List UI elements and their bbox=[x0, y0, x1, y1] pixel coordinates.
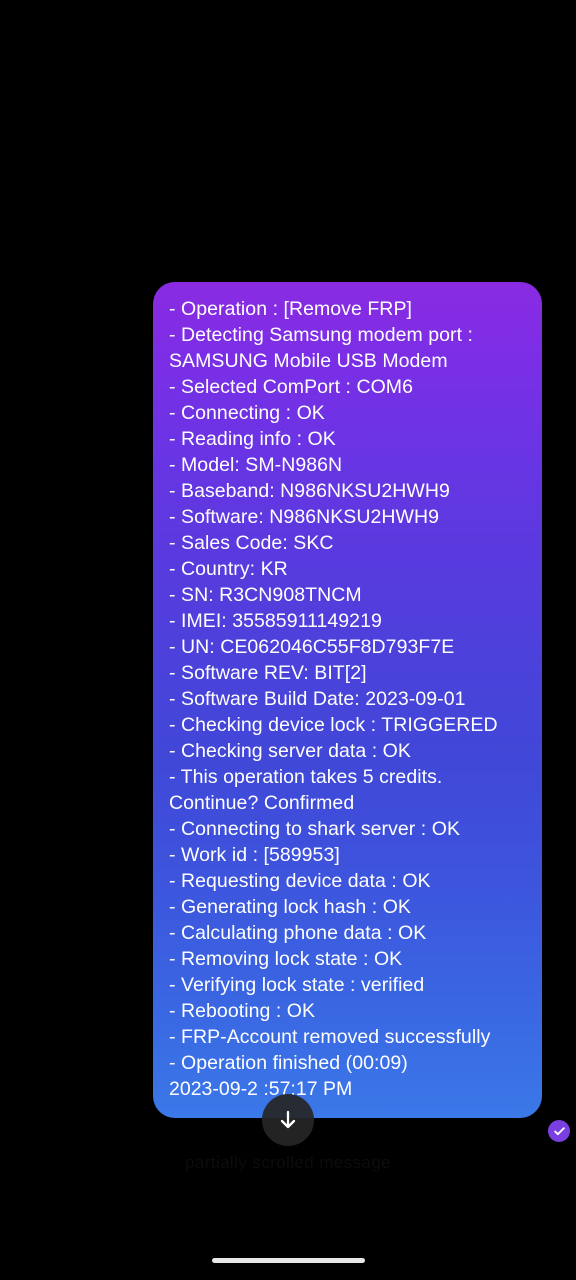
log-line: - Connecting : OK bbox=[169, 402, 325, 424]
scroll-to-bottom-button[interactable] bbox=[262, 1094, 314, 1146]
log-line: - Baseband: N986NKSU2HWH9 bbox=[169, 480, 450, 502]
message-bubble[interactable]: - Operation : [Remove FRP] - Detecting Sa… bbox=[153, 282, 542, 1118]
log-line: - Detecting Samsung modem port : SAMSUNG… bbox=[169, 324, 479, 372]
log-line: - Operation : [Remove FRP] bbox=[169, 298, 412, 320]
log-line: - Software: N986NKSU2HWH9 bbox=[169, 506, 440, 528]
log-line: - Work id : [589953] bbox=[169, 844, 340, 866]
log-line: - Connecting to shark server : OK bbox=[169, 818, 461, 840]
log-line: - Removing lock state : OK bbox=[169, 948, 403, 970]
log-line: - Calculating phone data : OK bbox=[169, 922, 427, 944]
arrow-down-icon bbox=[280, 1110, 296, 1129]
message-timestamp: 2023-09-2 :57:17 PM bbox=[169, 1078, 353, 1100]
log-line: - UN: CE062046C55F8D793F7E bbox=[169, 636, 455, 658]
chat-scroll-area[interactable]: - Operation : [Remove FRP] - Detecting Sa… bbox=[0, 0, 576, 1240]
log-line: - Requesting device data : OK bbox=[169, 870, 431, 892]
log-line: - Model: SM-N986N bbox=[169, 454, 343, 476]
operation-log: - Operation : [Remove FRP] - Detecting Sa… bbox=[169, 296, 526, 1076]
navigation-bar bbox=[0, 1240, 576, 1280]
home-gesture-pill[interactable] bbox=[211, 1257, 365, 1263]
log-line: - Reading info : OK bbox=[169, 428, 336, 450]
check-icon bbox=[553, 1126, 565, 1135]
log-line: - Country: KR bbox=[169, 558, 288, 580]
log-line: - This operation takes 5 credits. Contin… bbox=[169, 766, 448, 814]
log-line: - Selected ComPort : COM6 bbox=[169, 376, 413, 398]
log-line: - Operation finished (00:09) bbox=[169, 1052, 408, 1074]
message-row: - Operation : [Remove FRP] - Detecting Sa… bbox=[153, 282, 542, 1118]
faint-preview-row: partially scrolled message bbox=[0, 1152, 576, 1174]
log-line: - Checking server data : OK bbox=[169, 740, 411, 762]
log-line: - Generating lock hash : OK bbox=[169, 896, 411, 918]
log-line: - SN: R3CN908TNCM bbox=[169, 584, 362, 606]
log-line: - Software REV: BIT[2] bbox=[169, 662, 367, 684]
log-line: - Rebooting : OK bbox=[169, 1000, 316, 1022]
log-line: - Verifying lock state : verified bbox=[169, 974, 425, 996]
log-line: - Checking device lock : TRIGGERED bbox=[169, 714, 498, 736]
phone-screen: - Operation : [Remove FRP] - Detecting Sa… bbox=[0, 0, 576, 1280]
faint-preview-text: partially scrolled message bbox=[185, 1153, 391, 1172]
log-line: - Sales Code: SKC bbox=[169, 532, 334, 554]
status-badge bbox=[548, 1120, 570, 1142]
log-line: - IMEI: 35585911149219 bbox=[169, 610, 382, 632]
log-line: - FRP-Account removed successfully bbox=[169, 1026, 491, 1048]
log-line: - Software Build Date: 2023-09-01 bbox=[169, 688, 466, 710]
